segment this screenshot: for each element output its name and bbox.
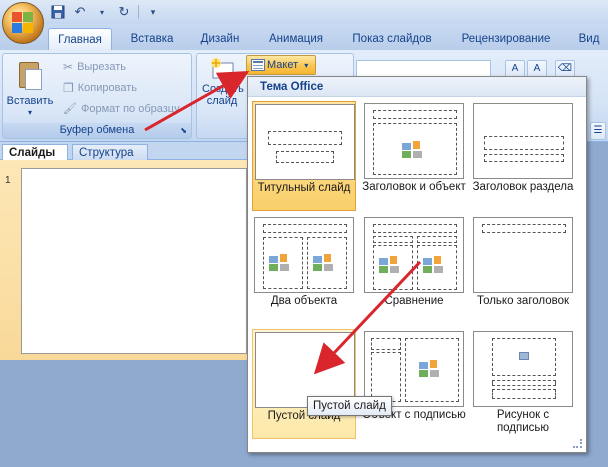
font-name-field[interactable] xyxy=(356,60,491,77)
tab-animation[interactable]: Анимация xyxy=(258,28,334,50)
layout-icon xyxy=(251,59,265,71)
customize-qat-icon[interactable]: ▾ xyxy=(145,4,161,20)
office-button[interactable] xyxy=(2,2,44,44)
content-placeholder-icon xyxy=(379,256,405,274)
redo-icon[interactable]: ↻ xyxy=(116,4,132,20)
layout-title-only[interactable]: Только заголовок xyxy=(471,215,575,325)
tab-view[interactable]: Вид xyxy=(572,28,606,50)
layout-label: Рисунок с подписью xyxy=(496,409,550,434)
paste-icon xyxy=(16,60,44,92)
scissors-icon: ✂ xyxy=(63,60,74,74)
layout-thumb xyxy=(254,217,354,293)
layout-label: Заголовок раздела xyxy=(472,181,574,193)
layout-gallery: Тема Office Титульный слайд Заголовок и … xyxy=(247,76,587,453)
paste-button[interactable]: Вставить ▾ xyxy=(5,58,55,119)
layout-label: Сравнение xyxy=(384,295,444,307)
layout-label: Только заголовок xyxy=(476,295,570,307)
clipboard-group: Вставить ▾ ✂ Вырезать ❐ Копировать 🖌 Фор… xyxy=(2,53,192,139)
tab-slideshow[interactable]: Показ слайдов xyxy=(346,28,438,50)
office-logo-icon xyxy=(12,12,34,34)
picture-placeholder-icon xyxy=(519,352,529,360)
layout-picture-with-caption[interactable]: Рисунок с подписью xyxy=(471,329,575,439)
dialog-launcher-icon[interactable]: ⬊ xyxy=(180,123,187,138)
new-slide-label: Создать слайд xyxy=(202,83,244,107)
layout-blank[interactable]: Пустой слайд xyxy=(252,329,356,439)
slide-thumbnail[interactable] xyxy=(21,168,247,354)
layout-label: Макет xyxy=(267,59,299,71)
layout-section-header[interactable]: Заголовок раздела xyxy=(471,101,575,211)
gallery-header: Тема Office xyxy=(248,77,586,97)
ribbon-more-icon[interactable]: ☰ xyxy=(590,112,608,190)
new-slide-button[interactable]: Создать слайд xyxy=(200,58,244,107)
layout-thumb xyxy=(473,217,573,293)
layout-thumb xyxy=(255,104,355,180)
save-icon[interactable] xyxy=(50,4,66,20)
layout-thumb xyxy=(473,103,573,179)
slides-pane-bottom xyxy=(0,360,247,467)
qat-separator xyxy=(138,5,139,19)
undo-dropdown-icon[interactable]: ▾ xyxy=(94,4,110,20)
tab-home[interactable]: Главная xyxy=(48,28,112,50)
paste-dropdown-icon[interactable]: ▾ xyxy=(5,107,55,119)
layout-label: Титульный слайд xyxy=(257,182,351,194)
tab-outline[interactable]: Структура xyxy=(72,144,148,160)
copy-icon: ❐ xyxy=(63,81,74,95)
content-placeholder-icon xyxy=(402,141,428,159)
content-placeholder-icon xyxy=(269,254,295,272)
layout-comparison[interactable]: Сравнение xyxy=(362,215,466,325)
layout-thumb xyxy=(473,331,573,407)
layout-thumb xyxy=(364,217,464,293)
pane-tabs: Слайды Структура xyxy=(0,142,247,160)
layout-dropdown-icon: ▾ xyxy=(304,61,309,70)
layout-two-content[interactable]: Два объекта xyxy=(252,215,356,325)
undo-icon[interactable]: ↶ xyxy=(72,4,88,20)
tab-design[interactable]: Дизайн xyxy=(192,28,248,50)
layout-title-and-content[interactable]: Заголовок и объект xyxy=(362,101,466,211)
layout-label: Заголовок и объект xyxy=(362,181,466,193)
cut-button[interactable]: ✂ Вырезать xyxy=(63,58,126,76)
tab-insert[interactable]: Вставка xyxy=(120,28,184,50)
tab-review[interactable]: Рецензирование xyxy=(452,28,560,50)
paste-label: Вставить xyxy=(6,95,54,107)
layout-thumb xyxy=(364,103,464,179)
title-bar: ↶ ▾ ↻ ▾ xyxy=(0,0,608,24)
copy-button[interactable]: ❐ Копировать xyxy=(63,79,137,97)
clipboard-group-label: Буфер обмена ⬊ xyxy=(3,123,191,138)
content-placeholder-icon xyxy=(423,256,449,274)
tab-slides[interactable]: Слайды xyxy=(2,144,68,160)
new-slide-icon xyxy=(209,58,235,80)
format-painter-button[interactable]: 🖌 Формат по образцу xyxy=(63,100,180,118)
copy-label: Копировать xyxy=(77,82,137,94)
tooltip: Пустой слайд xyxy=(307,396,392,416)
resize-grip-icon[interactable] xyxy=(573,439,582,448)
layout-title-slide[interactable]: Титульный слайд xyxy=(252,101,356,211)
slide-number: 1 xyxy=(5,175,11,186)
layout-label: Два объекта xyxy=(270,295,338,307)
cut-label: Вырезать xyxy=(77,61,126,73)
ribbon-tabs: Главная Вставка Дизайн Анимация Показ сл… xyxy=(0,24,608,50)
content-placeholder-icon xyxy=(419,360,445,378)
layout-content-with-caption[interactable]: Объект с подписью xyxy=(362,329,466,439)
brush-icon: 🖌 xyxy=(63,103,77,115)
content-placeholder-icon xyxy=(313,254,339,272)
format-painter-label: Формат по образцу xyxy=(80,103,180,115)
quick-access-toolbar: ↶ ▾ ↻ ▾ xyxy=(50,4,161,20)
layout-button[interactable]: Макет ▾ xyxy=(246,55,316,75)
